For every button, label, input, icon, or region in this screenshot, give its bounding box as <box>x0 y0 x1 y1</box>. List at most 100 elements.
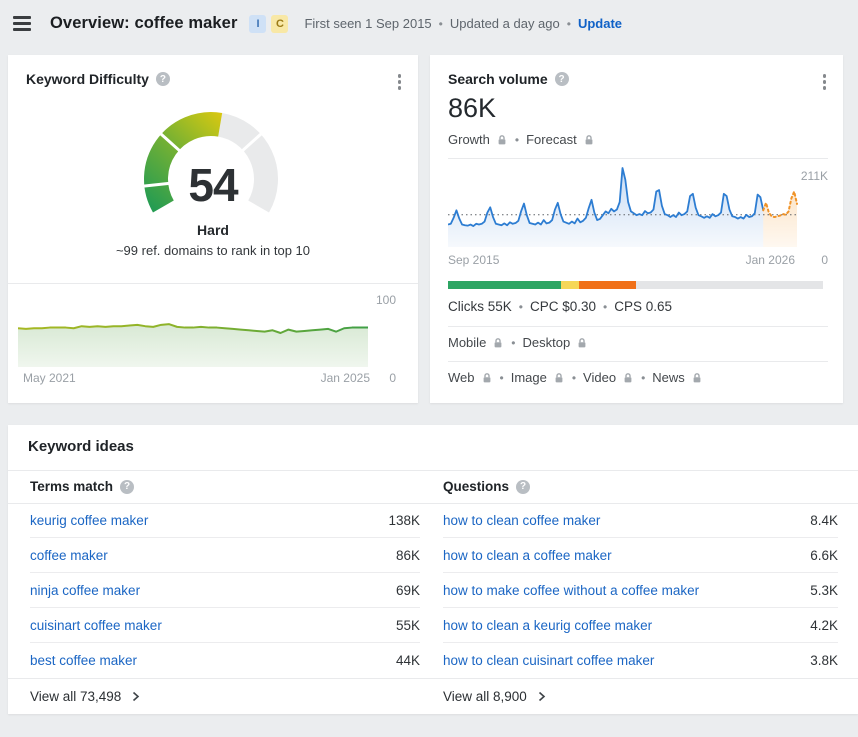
keyword-link[interactable]: coffee maker <box>30 548 108 563</box>
keyword-volume: 3.8K <box>810 653 838 668</box>
lock-icon <box>553 372 565 384</box>
more-options-icon[interactable] <box>820 71 830 93</box>
clicks-value: Clicks 55K <box>448 299 512 314</box>
kd-level-label: Hard <box>8 222 418 238</box>
volume-card-header: Search volume ? <box>448 71 569 87</box>
lock-icon <box>492 337 504 349</box>
mobile-label: Mobile <box>448 335 486 350</box>
kd-history-chart[interactable] <box>18 299 370 368</box>
keyword-volume: 138K <box>388 513 420 528</box>
keyword-link[interactable]: how to clean a coffee maker <box>443 548 612 563</box>
separator-dot: • <box>596 300 614 314</box>
help-icon[interactable]: ? <box>516 480 530 494</box>
commercial-intent-badge[interactable]: C <box>271 15 288 33</box>
web-metric-locked[interactable]: Web <box>448 370 493 385</box>
separator-dot: • <box>634 371 652 385</box>
separator-dot: • <box>493 371 511 385</box>
cps-value: CPS 0.65 <box>614 299 672 314</box>
separator-dot: • <box>565 371 583 385</box>
informational-intent-badge[interactable]: I <box>249 15 266 33</box>
desktop-metric-locked[interactable]: Desktop <box>523 335 589 350</box>
keyword-link[interactable]: keurig coffee maker <box>30 513 148 528</box>
menu-icon[interactable] <box>10 13 34 34</box>
divider <box>8 678 858 679</box>
table-row: how to clean cuisinart coffee maker 3.8K <box>443 643 838 678</box>
help-icon[interactable]: ? <box>120 480 134 494</box>
table-row: ninja coffee maker 69K <box>30 573 420 608</box>
separator-dot: • <box>504 336 522 350</box>
divider <box>448 326 828 327</box>
view-all-questions-button[interactable]: View all 8,900 <box>443 689 547 704</box>
keyword-link[interactable]: best coffee maker <box>30 653 137 668</box>
volume-ymin-label: 0 <box>821 253 828 267</box>
lock-icon <box>622 372 634 384</box>
divider <box>448 158 828 159</box>
table-row: how to clean a coffee maker 6.6K <box>443 538 838 573</box>
search-volume-card: Search volume ? 86K Growth • Forecast 21… <box>430 55 843 403</box>
questions-label: Questions <box>443 479 509 494</box>
lock-icon <box>496 134 508 146</box>
device-breakdown-row: Mobile • Desktop <box>448 335 588 350</box>
updated-label: Updated a day ago <box>450 16 560 31</box>
volume-history-chart[interactable] <box>448 163 800 252</box>
volume-card-title: Search volume <box>448 71 548 87</box>
mobile-metric-locked[interactable]: Mobile <box>448 335 504 350</box>
keyword-link[interactable]: how to make coffee without a coffee make… <box>443 583 699 598</box>
table-row: keurig coffee maker 138K <box>30 503 420 538</box>
news-metric-locked[interactable]: News <box>652 370 703 385</box>
volume-peak-label: 211K <box>801 169 828 183</box>
table-row: coffee maker 86K <box>30 538 420 573</box>
clicks-distribution-bar[interactable] <box>448 281 823 289</box>
kd-trend-ymin-label: 0 <box>389 371 396 385</box>
keyword-link[interactable]: how to clean a keurig coffee maker <box>443 618 652 633</box>
update-button[interactable]: Update <box>578 16 622 31</box>
growth-forecast-row: Growth • Forecast <box>448 132 595 147</box>
view-all-questions-label: View all 8,900 <box>443 689 527 704</box>
view-all-terms-button[interactable]: View all 73,498 <box>30 689 141 704</box>
segment-yellow <box>561 281 580 289</box>
terms-match-label: Terms match <box>30 479 113 494</box>
search-type-row: Web • Image • Video • News <box>448 370 703 385</box>
help-icon[interactable]: ? <box>555 72 569 86</box>
separator-dot: • <box>508 133 526 147</box>
news-label: News <box>652 370 685 385</box>
clicks-metrics-row: Clicks 55K • CPC $0.30 • CPS 0.65 <box>448 299 672 314</box>
keyword-ideas-card: Keyword ideas Terms match ? Questions ? … <box>8 425 858 714</box>
growth-metric-locked[interactable]: Growth <box>448 132 508 147</box>
keyword-volume: 5.3K <box>810 583 838 598</box>
keyword-link[interactable]: how to clean coffee maker <box>443 513 600 528</box>
questions-header: Questions ? <box>443 479 530 494</box>
video-metric-locked[interactable]: Video <box>583 370 634 385</box>
terms-match-list: keurig coffee maker 138K coffee maker 86… <box>30 503 420 678</box>
keyword-volume: 86K <box>396 548 420 563</box>
lock-icon <box>481 372 493 384</box>
web-label: Web <box>448 370 475 385</box>
divider <box>448 361 828 362</box>
volume-xstart-label: Sep 2015 <box>448 253 499 267</box>
table-row: how to clean coffee maker 8.4K <box>443 503 838 538</box>
table-row: best coffee maker 44K <box>30 643 420 678</box>
segment-orange <box>579 281 635 289</box>
view-all-terms-label: View all 73,498 <box>30 689 121 704</box>
help-icon[interactable]: ? <box>156 72 170 86</box>
kd-trend-xstart-label: May 2021 <box>23 371 76 385</box>
keyword-link[interactable]: ninja coffee maker <box>30 583 140 598</box>
table-row: how to make coffee without a coffee make… <box>443 573 838 608</box>
image-metric-locked[interactable]: Image <box>511 370 565 385</box>
more-options-icon[interactable] <box>395 71 405 93</box>
chevron-right-icon <box>130 691 141 702</box>
keyword-link[interactable]: cuisinart coffee maker <box>30 618 162 633</box>
terms-match-header: Terms match ? <box>30 479 134 494</box>
keyword-volume: 44K <box>396 653 420 668</box>
questions-list: how to clean coffee maker 8.4K how to cl… <box>443 503 838 678</box>
kd-trend-ymax-label: 100 <box>376 293 396 307</box>
keyword-link[interactable]: how to clean cuisinart coffee maker <box>443 653 654 668</box>
first-seen-label: First seen 1 Sep 2015 <box>304 16 431 31</box>
forecast-metric-locked[interactable]: Forecast <box>526 132 595 147</box>
keyword-volume: 8.4K <box>810 513 838 528</box>
desktop-label: Desktop <box>523 335 571 350</box>
table-row: cuisinart coffee maker 55K <box>30 608 420 643</box>
video-label: Video <box>583 370 616 385</box>
kd-card-title: Keyword Difficulty <box>26 71 149 87</box>
kd-score: 54 <box>8 158 418 212</box>
